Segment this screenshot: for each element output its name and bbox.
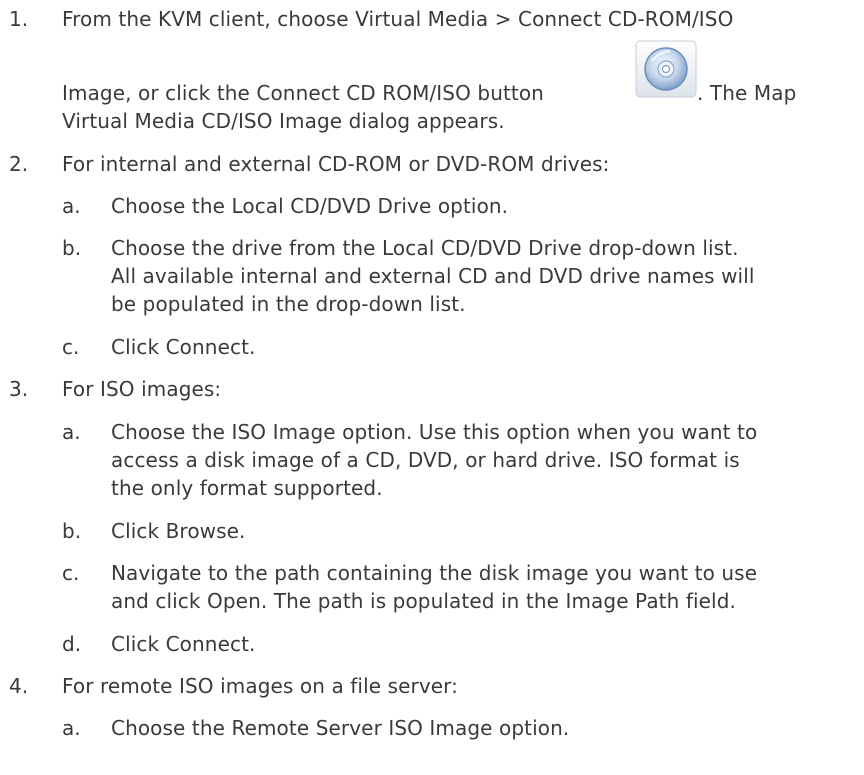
step-number: 1. — [9, 7, 29, 31]
substep-letter: b. — [62, 519, 82, 543]
substep-text-line: Click Connect. — [111, 335, 256, 359]
step-number: 3. — [9, 377, 29, 401]
cd-rom-icon — [635, 40, 697, 98]
substep-text-line: Navigate to the path containing the disk… — [111, 561, 758, 585]
substep-letter: a. — [62, 194, 81, 218]
substep-letter: c. — [62, 335, 80, 359]
substep-text-line: Choose the Remote Server ISO Image optio… — [111, 716, 570, 740]
substep-letter: a. — [62, 716, 81, 740]
substep-text-line: Choose the ISO Image option. Use this op… — [111, 420, 758, 444]
step-text-line: Virtual Media CD/ISO Image dialog appear… — [62, 109, 505, 133]
substep-letter: c. — [62, 561, 80, 585]
substep-letter: d. — [62, 632, 82, 656]
substep-text-line: Choose the drive from the Local CD/DVD D… — [111, 236, 739, 260]
substep-text-line: be populated in the drop-down list. — [111, 292, 466, 316]
step-text-line: For ISO images: — [62, 377, 222, 401]
substep-text-line: Choose the Local CD/DVD Drive option. — [111, 194, 509, 218]
substep-text-line: Click Browse. — [111, 519, 246, 543]
substep-text-line: the only format supported. — [111, 476, 383, 500]
step-text-line: For internal and external CD-ROM or DVD-… — [62, 152, 610, 176]
instruction-document: 1. From the KVM client, choose Virtual M… — [0, 0, 864, 775]
substep-text-line: and click Open. The path is populated in… — [111, 589, 736, 613]
substep-text-line: Click Connect. — [111, 632, 256, 656]
step-number: 2. — [9, 152, 29, 176]
substep-text-line: All available internal and external CD a… — [111, 264, 755, 288]
step-text-line: Image, or click the Connect CD ROM/ISO b… — [62, 81, 544, 105]
step-text-line: From the KVM client, choose Virtual Medi… — [62, 7, 734, 31]
substep-letter: b. — [62, 236, 82, 260]
substep-text-line: access a disk image of a CD, DVD, or har… — [111, 448, 740, 472]
substep-letter: a. — [62, 420, 81, 444]
step-text-line: For remote ISO images on a file server: — [62, 674, 458, 698]
step-number: 4. — [9, 674, 29, 698]
step-text-line: . The Map — [697, 81, 797, 105]
